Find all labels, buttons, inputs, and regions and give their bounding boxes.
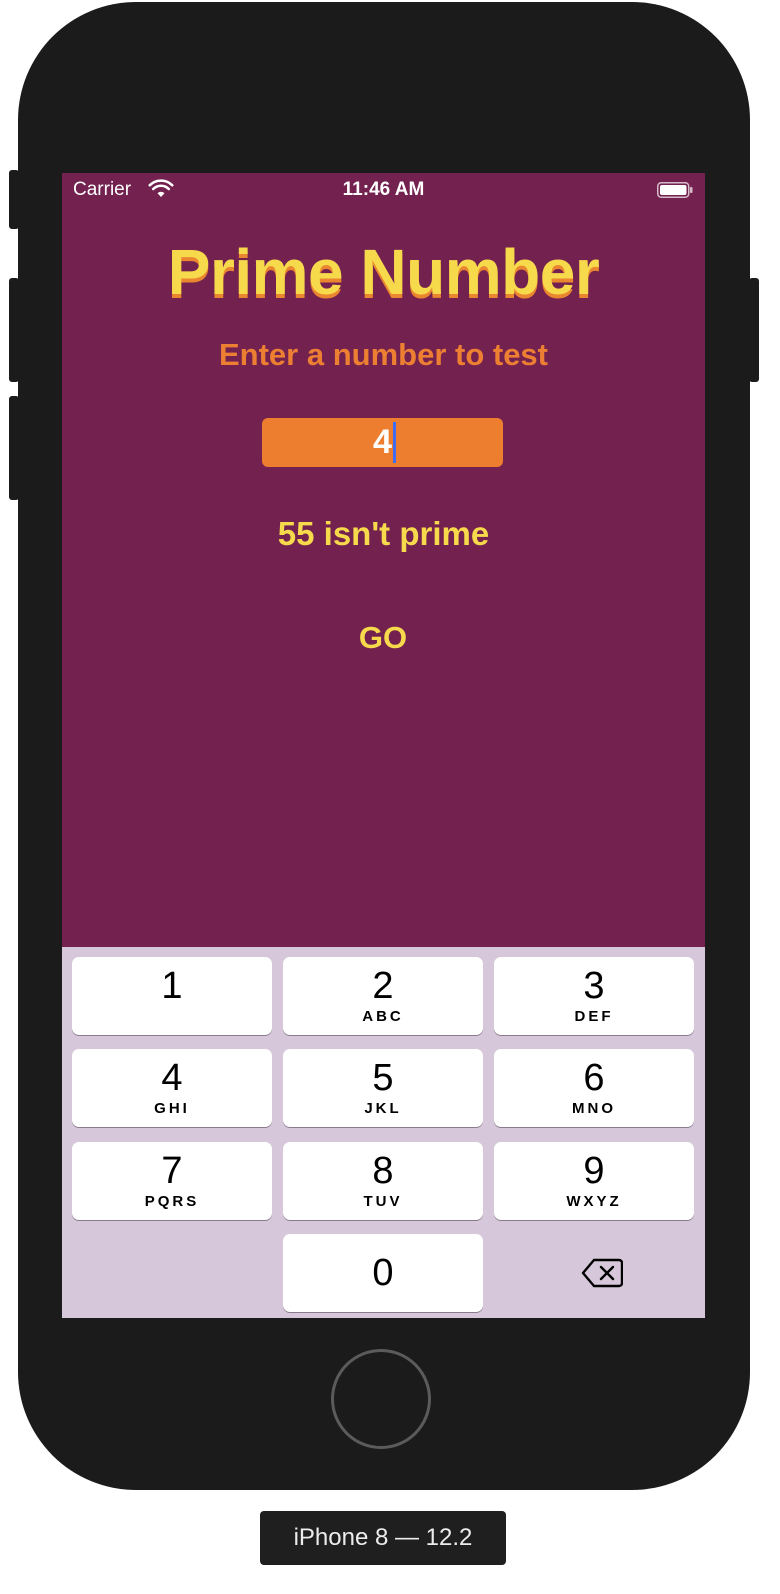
key-digit: 6 bbox=[583, 1057, 605, 1099]
key-2[interactable]: 2 ABC bbox=[283, 957, 483, 1035]
key-digit: 9 bbox=[583, 1150, 605, 1192]
app-screen: Carrier 11:46 AM Prime Number Enter a nu… bbox=[62, 173, 705, 1318]
key-digit: 5 bbox=[372, 1057, 394, 1099]
key-9[interactable]: 9 WXYZ bbox=[494, 1142, 694, 1220]
key-1[interactable]: 1 bbox=[72, 957, 272, 1035]
key-7[interactable]: 7 PQRS bbox=[72, 1142, 272, 1220]
volume-up-button bbox=[9, 278, 19, 382]
key-digit: 4 bbox=[161, 1057, 183, 1099]
power-button bbox=[749, 278, 759, 382]
text-cursor bbox=[393, 422, 396, 463]
number-input[interactable] bbox=[262, 418, 503, 467]
volume-down-button bbox=[9, 396, 19, 500]
key-6[interactable]: 6 MNO bbox=[494, 1049, 694, 1127]
key-8[interactable]: 8 TUV bbox=[283, 1142, 483, 1220]
key-digit: 2 bbox=[372, 965, 394, 1007]
key-digit: 7 bbox=[161, 1150, 183, 1192]
key-digit: 1 bbox=[161, 965, 183, 1007]
battery-icon bbox=[657, 182, 693, 198]
instruction-label: Enter a number to test bbox=[219, 337, 548, 372]
backspace-icon bbox=[581, 1258, 623, 1288]
key-3[interactable]: 3 DEF bbox=[494, 957, 694, 1035]
key-4[interactable]: 4 GHI bbox=[72, 1049, 272, 1127]
key-digit: 3 bbox=[583, 965, 605, 1007]
result-label: 55 isn't prime bbox=[277, 515, 490, 552]
key-digit: 8 bbox=[372, 1150, 394, 1192]
key-5[interactable]: 5 JKL bbox=[283, 1049, 483, 1127]
status-time: 11:46 AM bbox=[342, 179, 425, 200]
key-0[interactable]: 0 bbox=[283, 1234, 483, 1312]
key-digit: 0 bbox=[372, 1252, 394, 1294]
status-bar: Carrier 11:46 AM bbox=[62, 173, 705, 209]
key-letters: PQRS bbox=[144, 1193, 200, 1210]
delete-key[interactable] bbox=[567, 1251, 637, 1295]
numeric-keypad: 1 2 ABC 3 DEF 4 GHI 5 JKL 6 MNO 7 PQRS 8 bbox=[62, 947, 705, 1318]
key-letters: MNO bbox=[572, 1100, 616, 1117]
page-title: Prime Number bbox=[167, 236, 600, 308]
key-letters: JKL bbox=[364, 1100, 402, 1117]
device-label: iPhone 8 — 12.2 bbox=[260, 1511, 506, 1565]
key-letters: GHI bbox=[154, 1100, 190, 1117]
go-button[interactable]: GO bbox=[333, 613, 433, 663]
key-letters: WXYZ bbox=[566, 1193, 622, 1210]
key-letters: TUV bbox=[363, 1193, 403, 1210]
home-button[interactable] bbox=[331, 1349, 431, 1449]
key-letters: DEF bbox=[574, 1008, 614, 1025]
mute-switch bbox=[9, 170, 19, 229]
key-letters: ABC bbox=[362, 1008, 404, 1025]
